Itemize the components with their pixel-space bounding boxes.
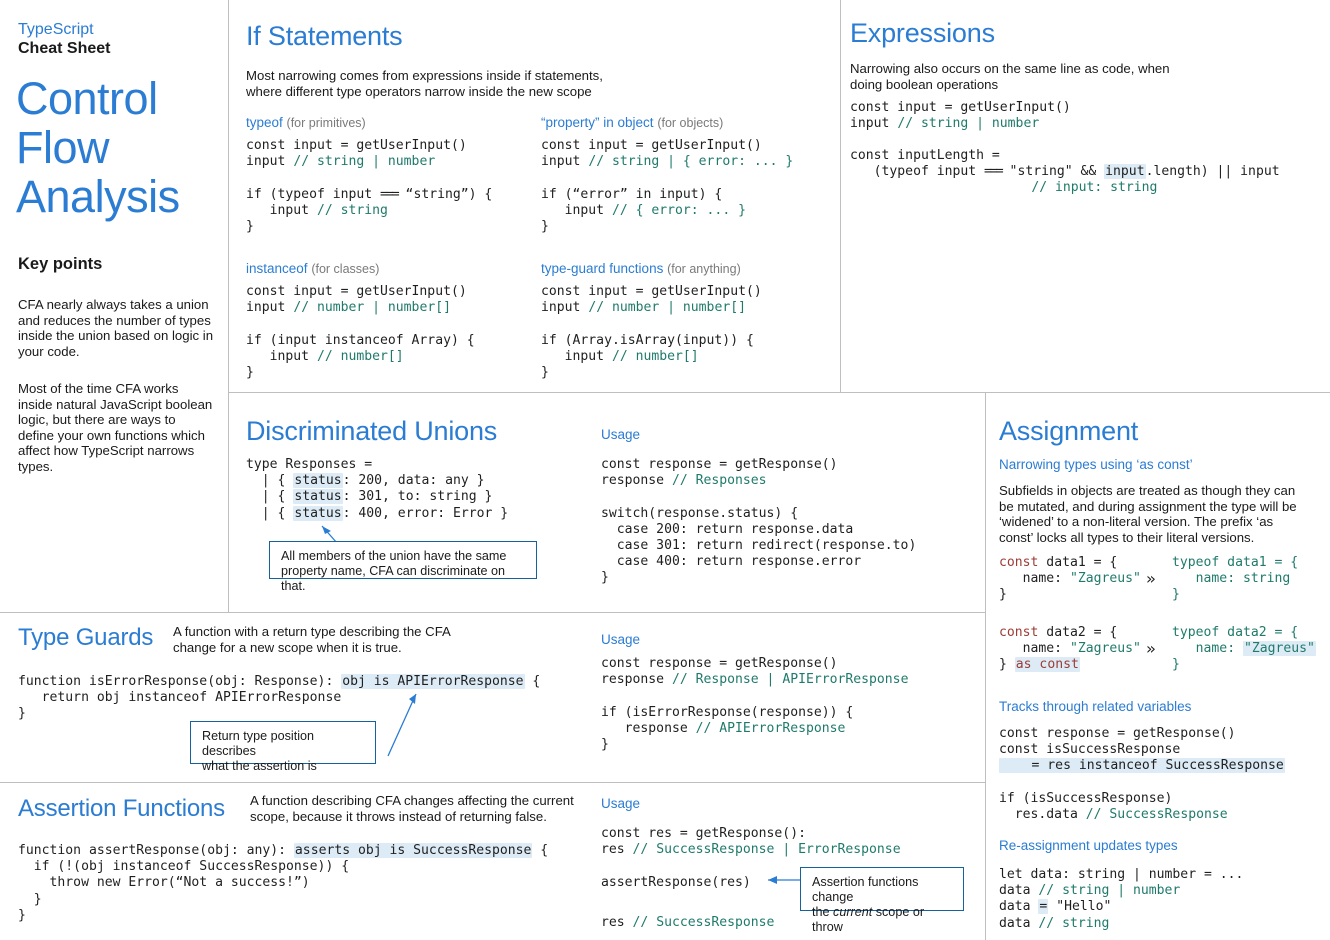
expressions-blurb: Narrowing also occurs on the same line a… <box>850 61 1270 92</box>
assertion-functions-usage-call: assertResponse(res) <box>601 875 751 891</box>
type-guards-title: Type Guards <box>18 626 153 650</box>
if-card-instanceof: instanceof (for classes) const input = g… <box>246 261 475 381</box>
assertion-functions-callout-line-2: the current scope or throw <box>812 905 953 935</box>
if-card-type-guard-code: const input = getUserInput() input // nu… <box>541 284 762 381</box>
if-card-typeof-label: typeof (for primitives) <box>246 115 492 130</box>
page-title-line-3: Analysis <box>16 172 221 221</box>
brand-product: TypeScript <box>18 20 218 39</box>
assignment-body-line-4: const’ locks all types to their literal … <box>999 530 1319 546</box>
assignment-pair-1-left: const data1 = { name: "Zagreus" } <box>999 555 1141 604</box>
discriminated-unions-usage-label: Usage <box>601 427 640 442</box>
assertion-functions-blurb-line-1: A function describing CFA changes affect… <box>250 793 590 809</box>
if-card-type-guard-label-note: (for anything) <box>667 262 741 276</box>
discriminated-unions-title: Discriminated Unions <box>246 418 497 445</box>
key-point-1: CFA nearly always takes a union and redu… <box>18 297 214 359</box>
expressions-blurb-line-1: Narrowing also occurs on the same line a… <box>850 61 1270 77</box>
if-statements-blurb: Most narrowing comes from expressions in… <box>246 68 666 99</box>
if-card-type-guard-functions: type-guard functions (for anything) cons… <box>541 261 762 381</box>
if-card-instanceof-code: const input = getUserInput() input // nu… <box>246 284 475 381</box>
expressions-blurb-line-2: doing boolean operations <box>850 77 1270 93</box>
expressions-code-1: const input = getUserInput() input // st… <box>850 100 1071 132</box>
assignment-code-2: const response = getResponse() const isS… <box>999 726 1285 823</box>
if-card-type-guard-label: type-guard functions (for anything) <box>541 261 762 276</box>
callout-line-2-pre: the <box>812 905 833 919</box>
assertion-functions-callout: Assertion functions change the current s… <box>800 867 964 911</box>
type-guards-usage-code: const response = getResponse() response … <box>601 656 908 753</box>
assignment-pair-2-left: const data2 = { name: "Zagreus" } as con… <box>999 625 1141 674</box>
divider-left-column <box>228 0 229 612</box>
type-guards-code: function isErrorResponse(obj: Response):… <box>18 674 540 723</box>
type-guards-callout-arrow <box>378 688 426 760</box>
assertion-functions-usage-label: Usage <box>601 796 640 811</box>
assignment-body-line-1: Subfields in objects are treated as thou… <box>999 483 1319 499</box>
assertion-functions-title: Assertion Functions <box>18 797 225 821</box>
brand-kind: Cheat Sheet <box>18 39 218 58</box>
page-title: Control Flow Analysis <box>16 74 221 221</box>
page-title-line-2: Flow <box>16 123 221 172</box>
if-statements-title: If Statements <box>246 23 402 50</box>
type-guards-callout: Return type position describes what the … <box>190 721 376 764</box>
expressions-title: Expressions <box>850 20 995 47</box>
if-statements-blurb-line-1: Most narrowing comes from expressions in… <box>246 68 666 84</box>
if-statements-blurb-line-2: where different type operators narrow in… <box>246 84 666 100</box>
assertion-functions-code: function assertResponse(obj: any): asser… <box>18 843 548 924</box>
discriminated-unions-usage-code: const response = getResponse() response … <box>601 457 916 587</box>
assignment-body-line-3: ‘widened’ to a non-literal version. The … <box>999 514 1319 530</box>
assertion-functions-usage-code-2: res // SuccessResponse <box>601 915 774 931</box>
discriminated-unions-callout-line-2: property name, CFA can discriminate on t… <box>281 564 526 594</box>
assertion-functions-callout-line-1: Assertion functions change <box>812 875 953 905</box>
if-card-typeof-label-note: (for primitives) <box>287 116 366 130</box>
assignment-pair-2-right: typeof data2 = { name: "Zagreus" } <box>1172 625 1316 674</box>
assignment-title: Assignment <box>999 418 1138 445</box>
type-guards-usage-label: Usage <box>601 632 640 647</box>
if-card-type-guard-label-text: type-guard functions <box>541 261 663 276</box>
assignment-pair-1-arrow: » <box>1146 571 1156 587</box>
divider-assignment-column <box>985 392 986 940</box>
if-card-property-label-text: “property” in object <box>541 115 654 130</box>
if-card-property-label: “property” in object (for objects) <box>541 115 793 130</box>
if-card-instanceof-label-text: instanceof <box>246 261 308 276</box>
discriminated-unions-callout: All members of the union have the same p… <box>269 541 537 579</box>
if-card-property-in-object: “property” in object (for objects) const… <box>541 115 793 235</box>
assignment-pair-1-right: typeof data1 = { name: string } <box>1172 555 1298 604</box>
if-card-typeof: typeof (for primitives) const input = ge… <box>246 115 492 235</box>
key-point-2: Most of the time CFA works inside natura… <box>18 381 214 475</box>
discriminated-unions-code: type Responses = | { status: 200, data: … <box>246 457 508 522</box>
assignment-body: Subfields in objects are treated as thou… <box>999 483 1319 545</box>
assertion-functions-blurb: A function describing CFA changes affect… <box>250 793 590 824</box>
type-guards-callout-line-2: what the assertion is <box>202 759 365 774</box>
assignment-sub-3: Re-assignment updates types <box>999 838 1178 853</box>
divider-row-2 <box>0 612 985 613</box>
divider-right-column-top <box>840 0 841 392</box>
expressions-code-2: const inputLength = (typeof input === "s… <box>850 148 1280 197</box>
key-points-heading: Key points <box>18 255 102 274</box>
if-card-instanceof-label: instanceof (for classes) <box>246 261 475 276</box>
divider-row-1 <box>228 392 1330 393</box>
divider-row-3 <box>0 782 985 783</box>
type-guards-callout-line-1: Return type position describes <box>202 729 365 759</box>
type-guards-blurb-line-1: A function with a return type describing… <box>173 624 593 640</box>
type-guards-blurb: A function with a return type describing… <box>173 624 593 655</box>
discriminated-unions-callout-line-1: All members of the union have the same <box>281 549 526 564</box>
assignment-pair-2-arrow: » <box>1146 641 1156 657</box>
callout-line-2-emphasis: current <box>833 905 872 919</box>
type-guards-blurb-line-2: change for a new scope when it is true. <box>173 640 593 656</box>
assignment-sub-1: Narrowing types using ‘as const’ <box>999 457 1193 472</box>
assertion-functions-blurb-line-2: scope, because it throws instead of retu… <box>250 809 590 825</box>
page-title-line-1: Control <box>16 74 221 123</box>
if-card-typeof-code: const input = getUserInput() input // st… <box>246 138 492 235</box>
if-card-property-label-note: (for objects) <box>657 116 723 130</box>
assignment-code-3: let data: string | number = ... data // … <box>999 867 1243 932</box>
assignment-body-line-2: be mutated, and during assignment the ty… <box>999 499 1319 515</box>
assertion-functions-usage-code-1: const res = getResponse(): res // Succes… <box>601 826 901 858</box>
if-card-typeof-label-text: typeof <box>246 115 283 130</box>
if-card-instanceof-label-note: (for classes) <box>311 262 379 276</box>
assignment-sub-2: Tracks through related variables <box>999 699 1191 714</box>
if-card-property-code: const input = getUserInput() input // st… <box>541 138 793 235</box>
brand-header: TypeScript Cheat Sheet <box>18 20 218 58</box>
